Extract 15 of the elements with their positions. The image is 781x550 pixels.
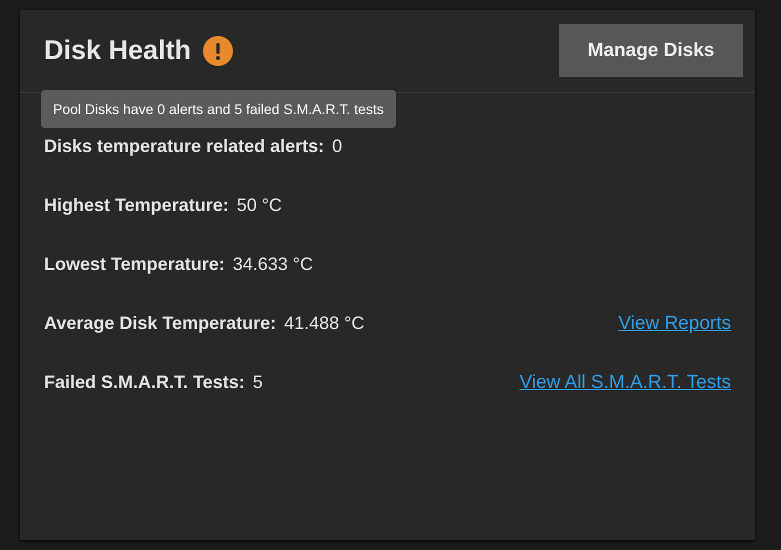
- report-link[interactable]: View All S.M.A.R.T. Tests: [519, 372, 731, 394]
- stat-value: 5: [252, 372, 263, 393]
- tooltip: Pool Disks have 0 alerts and 5 failed S.M.A.R.T. tests: [41, 90, 396, 128]
- stat-label: Lowest Temperature:: [44, 254, 225, 275]
- stat-label: Highest Temperature:: [44, 195, 229, 216]
- report-link[interactable]: View Reports: [618, 312, 731, 334]
- stat-label: Disks temperature related alerts:: [44, 136, 324, 157]
- stat-value: 50 °C: [236, 195, 282, 216]
- stat-label: Average Disk Temperature:: [44, 313, 276, 334]
- stat-value: 41.488 °C: [284, 313, 364, 334]
- card-title: Disk Health: [44, 35, 192, 66]
- stat-label: Failed S.M.A.R.T. Tests:: [44, 372, 245, 393]
- manage-disks-button[interactable]: Manage Disks: [559, 24, 743, 77]
- stat-value: 0: [332, 136, 342, 157]
- stat-value: 34.633 °C: [232, 254, 313, 275]
